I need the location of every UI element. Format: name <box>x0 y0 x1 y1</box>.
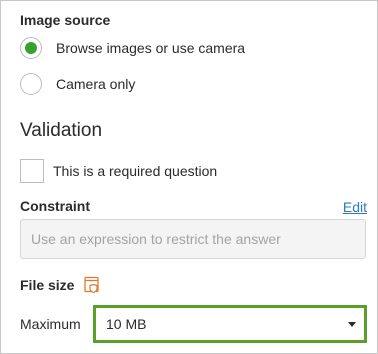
radio-unselected-dot <box>25 78 37 90</box>
maximum-file-size-select[interactable]: 10 MB <box>93 305 367 343</box>
required-question-row[interactable]: This is a required question <box>20 159 217 183</box>
file-size-label: File size <box>20 277 75 293</box>
constraint-expression-input[interactable] <box>20 219 366 259</box>
radio-option-camera[interactable]: Camera only <box>20 71 135 97</box>
maximum-file-size-value: 10 MB <box>106 316 147 332</box>
maximum-label: Maximum <box>20 316 81 332</box>
required-checkbox-label: This is a required question <box>53 163 218 179</box>
file-shield-icon <box>83 276 101 294</box>
validation-heading: Validation <box>20 120 103 141</box>
radio-camera-label: Camera only <box>56 76 136 92</box>
radio-option-browse[interactable]: Browse images or use camera <box>20 35 245 61</box>
constraint-edit-link[interactable]: Edit <box>343 199 367 215</box>
required-checkbox[interactable] <box>20 159 44 183</box>
caret-down-icon <box>348 322 356 327</box>
constraint-label: Constraint <box>20 198 90 214</box>
radio-browse-label: Browse images or use camera <box>56 40 246 56</box>
image-source-label: Image source <box>20 12 111 28</box>
radio-browse-button[interactable] <box>20 37 42 59</box>
radio-camera-button[interactable] <box>20 73 42 95</box>
file-size-row: File size <box>20 276 101 294</box>
radio-selected-dot <box>25 42 37 54</box>
